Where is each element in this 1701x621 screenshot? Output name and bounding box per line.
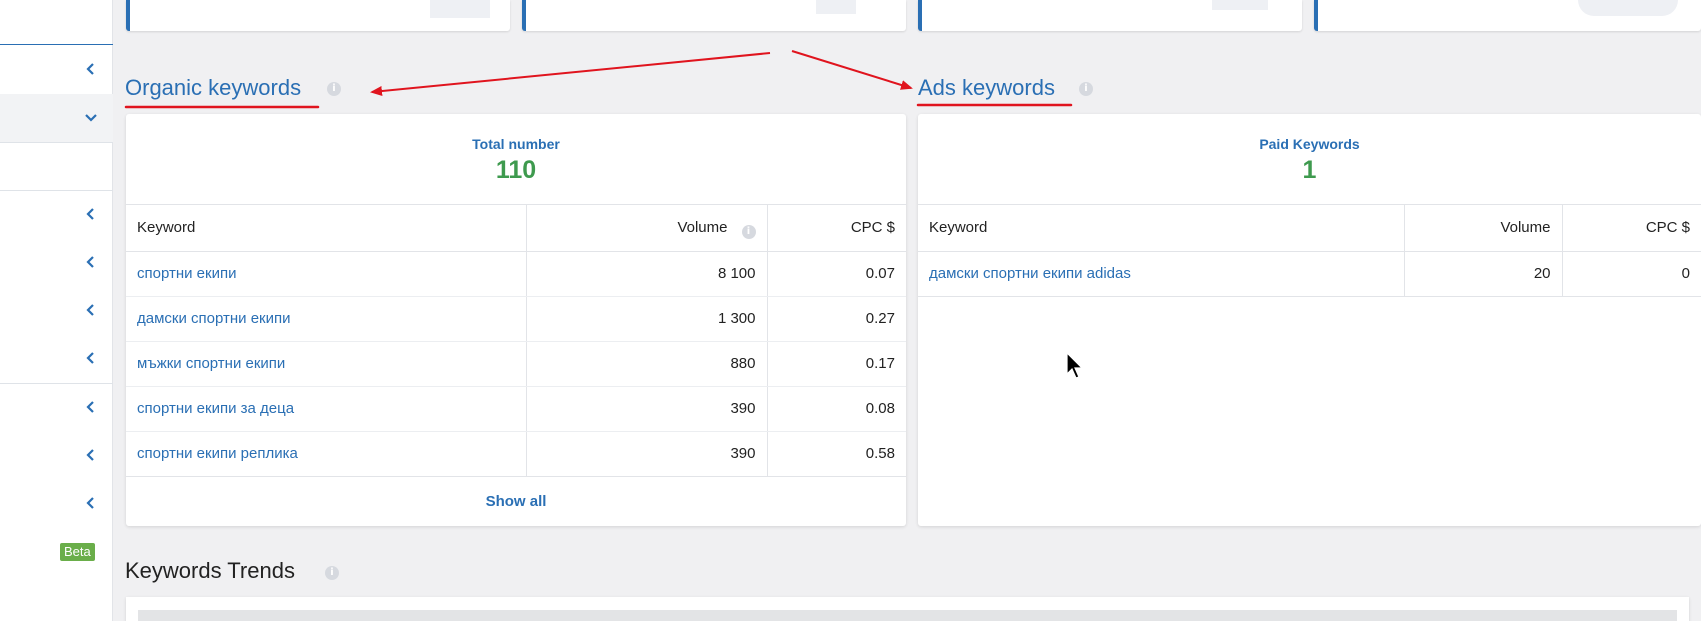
volume-cell: 1 300 xyxy=(525,296,767,342)
chevron-left-icon[interactable] xyxy=(84,448,98,462)
keyword-cell[interactable]: спортни екипи за деца xyxy=(126,386,526,432)
chevron-left-icon[interactable] xyxy=(84,351,98,365)
info-icon[interactable]: i xyxy=(741,224,756,239)
column-header-cpc[interactable]: CPC $ xyxy=(1561,205,1701,252)
trends-placeholder-bar xyxy=(138,610,1677,621)
keywords-trends-panel xyxy=(126,597,1689,621)
ads-keywords-panel: Paid Keywords 1 Keyword Volume CPC $ дам… xyxy=(918,114,1701,526)
mouse-cursor-icon xyxy=(1066,352,1084,379)
keyword-link[interactable]: дамски спортни екипи xyxy=(137,310,290,327)
ads-summary: Paid Keywords 1 xyxy=(918,114,1701,205)
stat-card xyxy=(1314,0,1701,31)
annotation-arrow xyxy=(370,52,771,97)
organic-keywords-table: Keyword Volume i CPC $ спортни екипи 8 10… xyxy=(126,205,906,476)
volume-cell: 390 xyxy=(525,386,767,432)
beta-badge: Beta xyxy=(60,543,95,561)
keyword-cell[interactable]: спортни екипи xyxy=(126,251,526,297)
column-header-cpc[interactable]: CPC $ xyxy=(766,205,906,252)
keyword-link[interactable]: мъжки спортни екипи xyxy=(137,355,285,372)
keyword-link[interactable]: спортни екипи xyxy=(137,265,236,282)
sidebar-divider xyxy=(0,383,113,384)
cpc-cell: 0.58 xyxy=(766,431,906,476)
table-header-row: Keyword Volume i CPC $ xyxy=(126,205,906,252)
keyword-link[interactable]: спортни екипи за деца xyxy=(137,400,294,417)
chevron-left-icon[interactable] xyxy=(84,496,98,510)
cpc-cell: 0.08 xyxy=(766,386,906,432)
summary-value: 110 xyxy=(495,156,537,184)
table-header-row: Keyword Volume CPC $ xyxy=(918,205,1701,252)
stat-card xyxy=(918,0,1302,31)
chevron-left-icon[interactable] xyxy=(84,303,98,317)
show-all-button[interactable]: Show all xyxy=(126,476,906,526)
column-header-keyword[interactable]: Keyword xyxy=(918,205,1404,252)
column-header-keyword[interactable]: Keyword xyxy=(126,205,526,252)
chevron-left-icon[interactable] xyxy=(84,255,98,269)
sidebar: Beta xyxy=(0,0,113,621)
column-header-volume[interactable]: Volume xyxy=(1403,205,1562,252)
info-icon[interactable]: i xyxy=(325,566,339,580)
info-icon[interactable]: i xyxy=(327,82,341,96)
volume-cell: 390 xyxy=(525,431,767,476)
organic-keywords-panel: Total number 110 Keyword Volume i CPC $ с… xyxy=(126,114,906,526)
volume-cell: 20 xyxy=(1403,251,1562,297)
keyword-link[interactable]: спортни екипи реплика xyxy=(137,445,298,462)
sidebar-divider xyxy=(0,44,113,45)
cpc-cell: 0 xyxy=(1561,251,1701,297)
chevron-left-icon[interactable] xyxy=(84,62,98,76)
stat-card xyxy=(126,0,510,31)
cpc-cell: 0.07 xyxy=(766,251,906,297)
stat-card xyxy=(522,0,906,31)
sidebar-divider xyxy=(0,190,113,191)
keyword-cell[interactable]: дамски спортни екипи adidas xyxy=(918,251,1404,297)
cpc-cell: 0.27 xyxy=(766,296,906,342)
table-row: спортни екипи за деца 390 0.08 xyxy=(126,386,906,432)
volume-cell: 8 100 xyxy=(525,251,767,297)
table-row: дамски спортни екипи adidas 20 0 xyxy=(918,251,1701,297)
info-icon[interactable]: i xyxy=(1079,82,1093,96)
sidebar-divider xyxy=(0,142,113,143)
organic-summary: Total number 110 xyxy=(126,114,906,205)
chevron-down-icon[interactable] xyxy=(84,110,98,124)
summary-label: Paid Keywords xyxy=(1259,136,1360,152)
column-header-volume[interactable]: Volume i xyxy=(525,205,767,252)
table-row: мъжки спортни екипи 880 0.17 xyxy=(126,341,906,387)
ads-keywords-title[interactable]: Ads keywords xyxy=(918,75,1055,101)
chevron-left-icon[interactable] xyxy=(84,207,98,221)
ads-keywords-table: Keyword Volume CPC $ дамски спортни екип… xyxy=(918,205,1701,297)
organic-keywords-title[interactable]: Organic keywords xyxy=(125,75,301,101)
keyword-cell[interactable]: дамски спортни екипи xyxy=(126,296,526,342)
table-row: дамски спортни екипи 1 300 0.27 xyxy=(126,296,906,342)
keyword-cell[interactable]: мъжки спортни екипи xyxy=(126,341,526,387)
table-row: спортни екипи 8 100 0.07 xyxy=(126,251,906,297)
table-row: спортни екипи реплика 390 0.58 xyxy=(126,431,906,476)
summary-label: Total number xyxy=(472,136,560,152)
chevron-left-icon[interactable] xyxy=(84,400,98,414)
volume-cell: 880 xyxy=(525,341,767,387)
summary-value: 1 xyxy=(1302,156,1317,184)
keywords-trends-title: Keywords Trends xyxy=(125,558,295,583)
keyword-link[interactable]: дамски спортни екипи adidas xyxy=(929,265,1131,282)
annotation-arrow xyxy=(791,50,913,90)
cpc-cell: 0.17 xyxy=(766,341,906,387)
keyword-cell[interactable]: спортни екипи реплика xyxy=(126,431,526,476)
